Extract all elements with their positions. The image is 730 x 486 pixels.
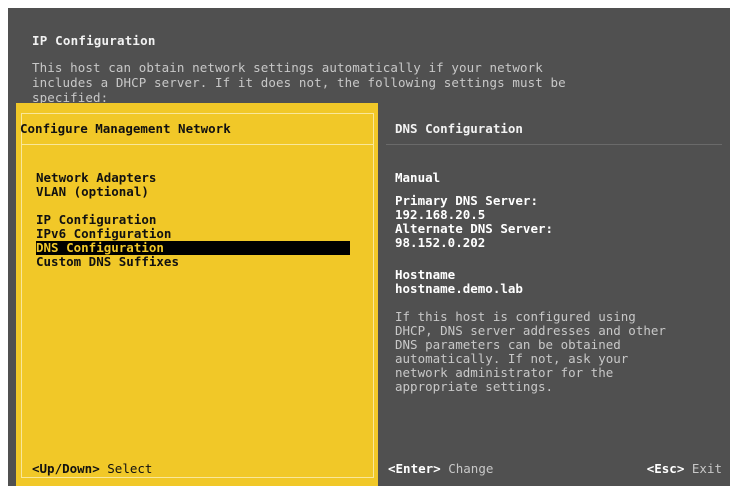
esc-hint: <Esc> Exit	[647, 462, 722, 476]
header-divider	[21, 144, 374, 145]
right-panel-title: DNS Configuration	[395, 121, 523, 136]
exit-action: Exit	[691, 461, 722, 476]
primary-dns-label: Primary DNS Server:	[395, 193, 538, 208]
primary-dns-value: 192.168.20.5	[395, 207, 486, 222]
hostname-value: hostname.demo.lab	[395, 281, 523, 296]
enter-hint: <Enter> Change	[388, 461, 493, 476]
menu-item-ipv6-configuration[interactable]: IPv6 Configuration	[36, 227, 350, 241]
select-action: Select	[107, 461, 153, 476]
menu-item-custom-dns-suffixes[interactable]: Custom DNS Suffixes	[36, 255, 350, 269]
left-panel-title: Configure Management Network	[20, 121, 231, 136]
help-line: DHCP, DNS server addresses and other	[395, 323, 666, 338]
configure-management-network-panel	[16, 103, 378, 486]
menu-spacer	[36, 199, 350, 213]
help-line: appropriate settings.	[395, 379, 554, 394]
change-action: Change	[448, 461, 494, 476]
help-line: automatically. If not, ask your	[395, 351, 629, 366]
enter-key: <Enter>	[388, 461, 441, 476]
right-header-divider	[386, 144, 722, 145]
menu-item-network-adapters[interactable]: Network Adapters	[36, 171, 350, 185]
right-footer-hint: <Enter> Change <Esc> Exit	[388, 462, 722, 476]
menu-item-ip-configuration[interactable]: IP Configuration	[36, 213, 350, 227]
background-dialog-title: IP Configuration	[32, 33, 156, 48]
panel-border	[21, 113, 374, 478]
hostname-label: Hostname	[395, 267, 456, 282]
dns-mode: Manual	[395, 170, 441, 185]
menu-item-vlan[interactable]: VLAN (optional)	[36, 185, 350, 199]
left-footer-hint: <Up/Down> Select	[32, 462, 152, 476]
up-down-key: <Up/Down>	[32, 461, 100, 476]
description-line: includes a DHCP server. If it does not, …	[32, 75, 566, 90]
esc-key: <Esc>	[646, 461, 685, 476]
help-line: DNS parameters can be obtained	[395, 337, 621, 352]
alternate-dns-label: Alternate DNS Server:	[395, 221, 554, 236]
dns-details: Manual Primary DNS Server: 192.168.20.5 …	[395, 171, 725, 394]
description-line: This host can obtain network settings au…	[32, 60, 543, 75]
alternate-dns-value: 98.152.0.202	[395, 235, 486, 250]
help-line: If this host is configured using	[395, 309, 636, 324]
menu-list: Network Adapters VLAN (optional) IP Conf…	[36, 171, 350, 269]
help-line: network administrator for the	[395, 365, 614, 380]
background-dialog-description: This host can obtain network settings au…	[32, 60, 566, 105]
menu-item-dns-configuration[interactable]: DNS Configuration	[36, 241, 350, 255]
